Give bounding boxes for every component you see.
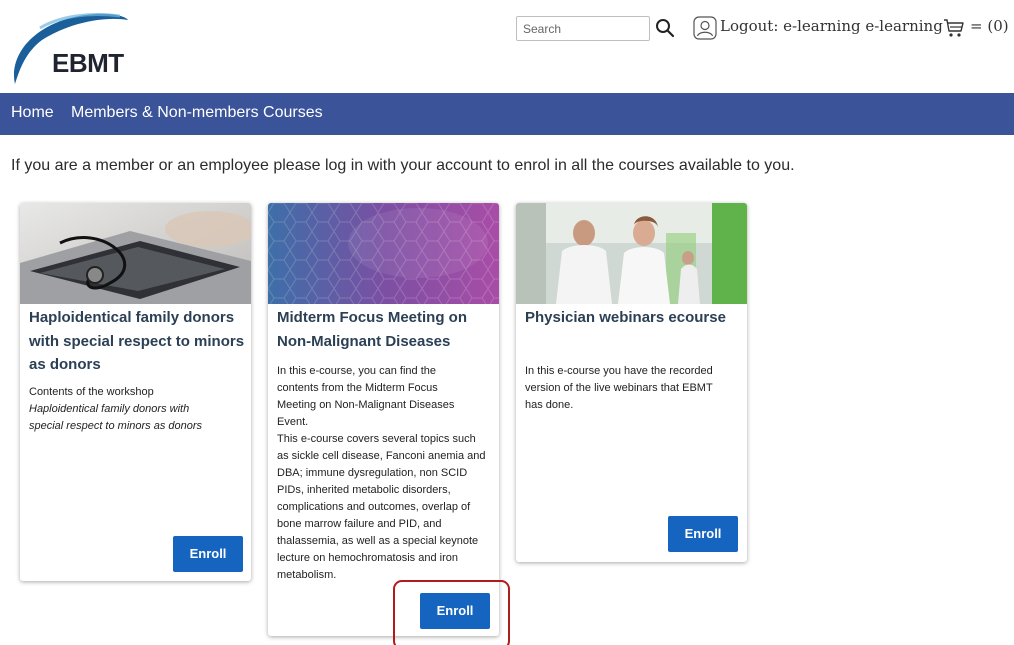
- header: EBMT Logout: e-learning e-learning = (0): [0, 0, 1014, 93]
- ebmt-logo[interactable]: EBMT: [10, 8, 135, 88]
- description-line: has done.: [525, 399, 574, 411]
- search-icon[interactable]: [654, 17, 676, 39]
- description-line: DBA; immune dysregulation, non SCID: [277, 467, 468, 479]
- course-title[interactable]: Haploidentical family donors with specia…: [29, 306, 244, 377]
- description-line: as sickle cell disease, Fanconi anemia a…: [277, 450, 486, 462]
- course-card: Physician webinars ecourse In this e-cou…: [516, 203, 747, 562]
- enroll-button[interactable]: Enroll: [173, 536, 243, 572]
- description-line: PIDs, inherited metabolic disorders,: [277, 484, 451, 496]
- enroll-highlight-annotation: [393, 580, 510, 645]
- description-line: bone marrow failure and PID, and: [277, 518, 442, 530]
- course-description: In this e-course, you can find the conte…: [277, 363, 486, 584]
- nav-item-courses[interactable]: Members & Non-members Courses: [71, 104, 323, 122]
- description-italic-line: Haploidentical family donors with: [29, 403, 190, 415]
- course-description: In this e-course you have the recorded v…: [525, 363, 713, 414]
- search-input[interactable]: [516, 16, 650, 41]
- course-title-line: with special respect to minors: [29, 332, 245, 350]
- cart-icon[interactable]: [943, 17, 965, 39]
- description-line: thalassemia, as well as a special keynot…: [277, 535, 479, 547]
- enroll-button[interactable]: Enroll: [668, 516, 738, 552]
- logo-text: EBMT: [52, 48, 124, 78]
- nav-item-home[interactable]: Home: [11, 104, 54, 122]
- course-description: Contents of the workshop Haploidentical …: [29, 384, 202, 435]
- description-line: lecture on hemochromatosis and iron: [277, 552, 458, 564]
- description-line: This e-course covers several topics such: [277, 433, 476, 445]
- intro-text: If you are a member or an employee pleas…: [11, 157, 795, 174]
- description-line: Contents of the workshop: [29, 386, 154, 398]
- user-icon[interactable]: [693, 16, 717, 40]
- course-title[interactable]: Midterm Focus Meeting on Non-Malignant D…: [277, 306, 467, 353]
- cart-count[interactable]: = (0): [970, 17, 1009, 35]
- description-line: complications and outcomes, overlap of: [277, 501, 471, 513]
- description-line: version of the live webinars that EBMT: [525, 382, 713, 394]
- course-image-purple-hexagons[interactable]: [268, 203, 499, 304]
- course-image-physicians[interactable]: [516, 203, 747, 304]
- description-line: Event.: [277, 416, 309, 428]
- course-card: Midterm Focus Meeting on Non-Malignant D…: [268, 203, 499, 636]
- course-title[interactable]: Physician webinars ecourse: [525, 306, 726, 330]
- description-italic-line: special respect to minors as donors: [29, 420, 203, 432]
- course-title-line: Midterm Focus Meeting on: [277, 309, 468, 326]
- course-image-laptop-stethoscope[interactable]: [20, 203, 251, 304]
- course-title-line: as donors: [29, 356, 101, 373]
- description-line: In this e-course you have the recorded: [525, 365, 713, 377]
- course-title-line: Physician webinars ecourse: [525, 309, 726, 326]
- description-line: Meeting on Non-Malignant Diseases: [277, 399, 455, 411]
- description-line: contents from the Midterm Focus: [277, 382, 438, 394]
- logout-link[interactable]: Logout: e-learning e-learning: [720, 17, 943, 35]
- description-line: In this e-course, you can find the: [277, 365, 436, 377]
- course-card: Haploidentical family donors with specia…: [20, 203, 251, 581]
- course-title-line: Haploidentical family donors: [29, 309, 235, 326]
- course-title-line: Non-Malignant Diseases: [277, 332, 451, 350]
- main-nav: Home Members & Non-members Courses: [0, 93, 1014, 135]
